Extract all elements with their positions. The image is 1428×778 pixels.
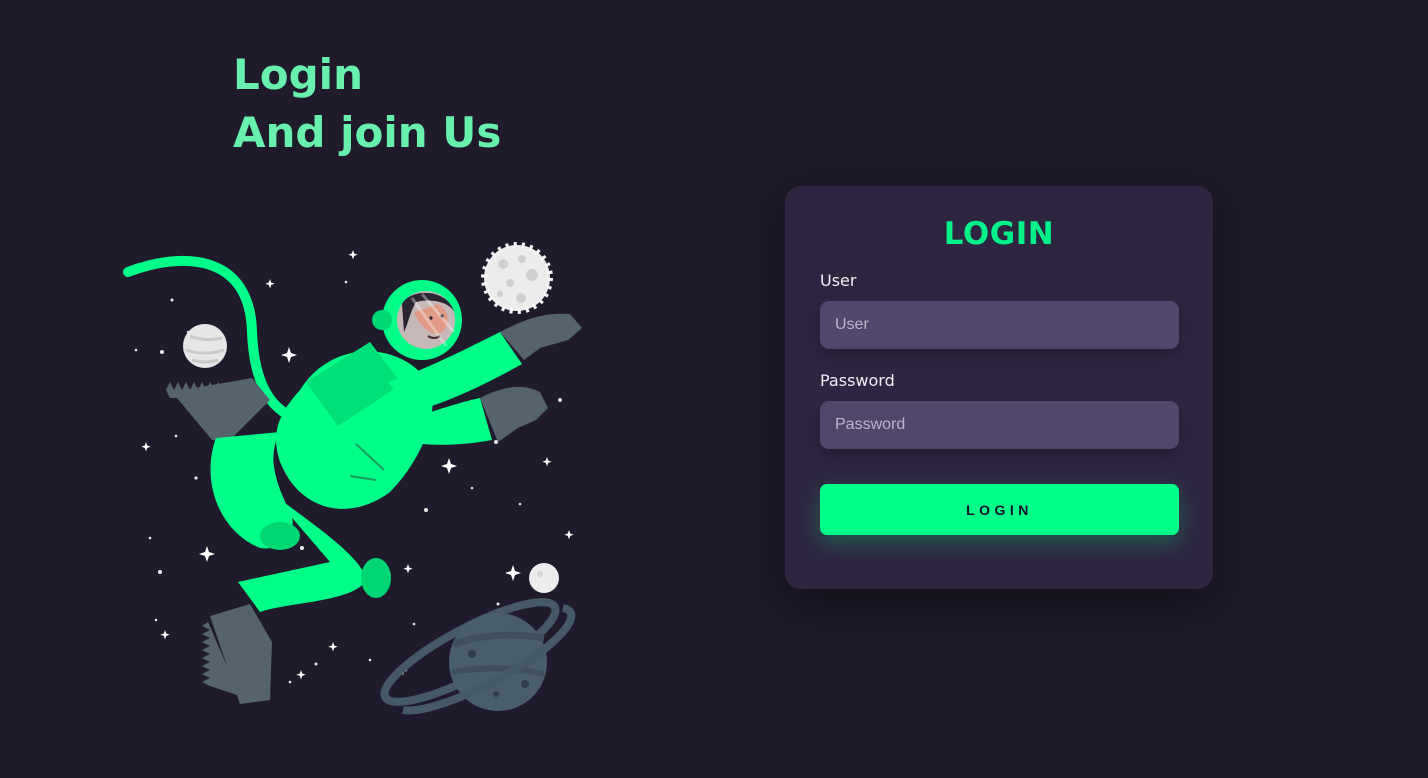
login-button[interactable]: LOGIN	[820, 484, 1179, 535]
hero-line-join: And join Us	[233, 108, 502, 157]
user-input[interactable]	[820, 301, 1179, 349]
login-page: Login And join Us LOGIN User User Passwo…	[0, 0, 1428, 778]
hero-heading: Login And join Us	[233, 46, 501, 162]
password-input[interactable]	[820, 401, 1179, 449]
login-card: LOGIN User Password LOGIN	[785, 186, 1213, 589]
astronaut-icon	[123, 242, 582, 715]
user-label: User	[820, 271, 857, 290]
login-title: LOGIN	[943, 216, 1055, 252]
hero-line-login: Login	[233, 50, 363, 99]
password-label: Password	[820, 371, 895, 390]
